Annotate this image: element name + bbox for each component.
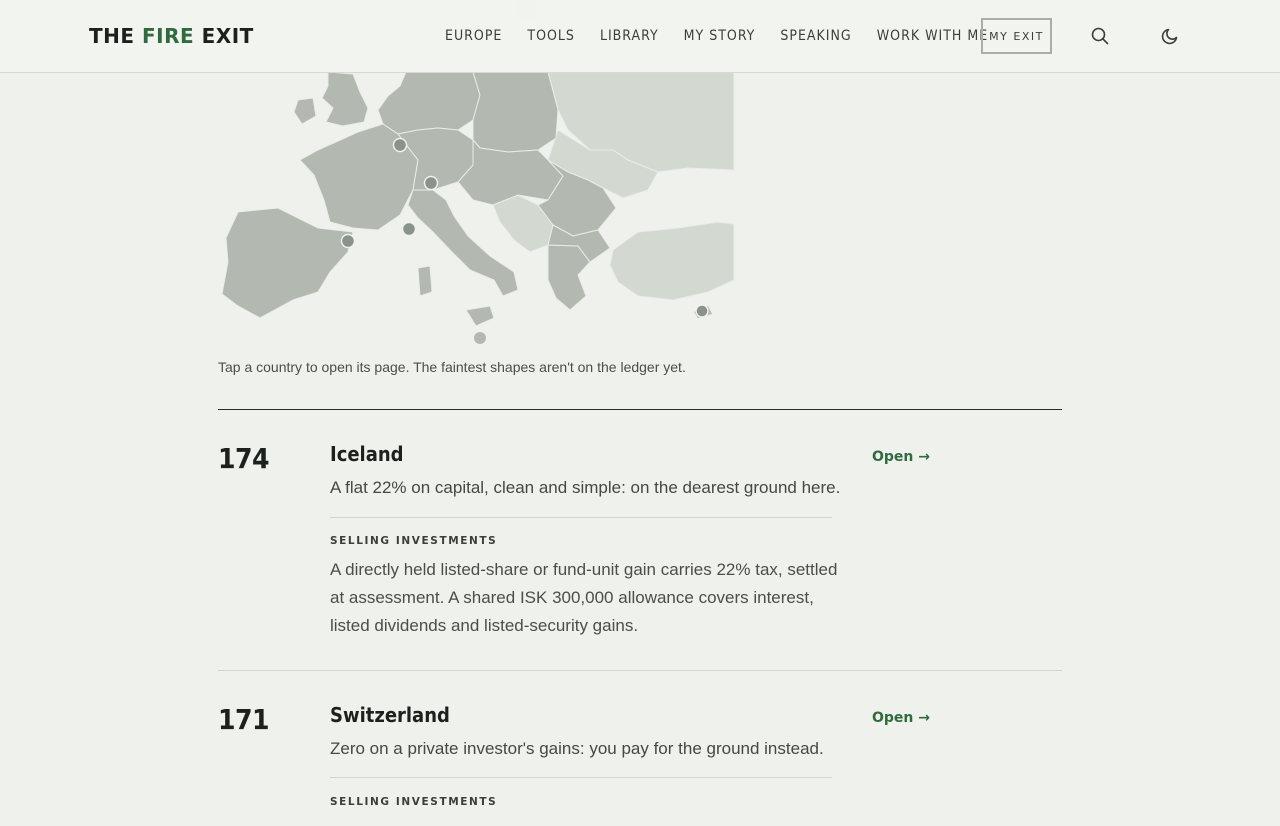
logo-text-post: EXIT — [194, 24, 254, 48]
divider-top — [218, 409, 1062, 410]
nav-item-library[interactable]: LIBRARY — [600, 28, 659, 44]
nav-item-my-story[interactable]: MY STORY — [684, 28, 756, 44]
main-nav: EUROPE TOOLS LIBRARY MY STORY SPEAKING W… — [445, 28, 988, 44]
entry-rank-number: 171 — [218, 703, 270, 736]
entry-divider — [330, 777, 832, 778]
section-label: SELLING INVESTMENTS — [330, 796, 498, 808]
nav-item-europe[interactable]: EUROPE — [445, 28, 502, 44]
moon-icon — [1161, 28, 1178, 45]
map-region-uk[interactable] — [321, 71, 369, 127]
entry-rank-number: 174 — [218, 442, 270, 475]
map-region-west-central[interactable] — [377, 71, 481, 135]
nav-item-tools[interactable]: TOOLS — [527, 28, 575, 44]
section-label: SELLING INVESTMENTS — [330, 535, 498, 547]
logo-text-accent: FIRE — [142, 24, 195, 48]
map-pin-monaco[interactable] — [401, 221, 417, 237]
map-region-poland-east[interactable] — [472, 71, 559, 153]
entry-country-name[interactable]: Switzerland — [330, 703, 450, 727]
map-pin-switzerland[interactable] — [423, 175, 439, 191]
map-region-ireland[interactable] — [293, 97, 317, 125]
map-region-sicily[interactable] — [465, 305, 495, 327]
search-button[interactable] — [1090, 26, 1110, 46]
section-body: A directly held listed-share or fund-uni… — [330, 560, 838, 635]
open-country-link[interactable]: Open → — [872, 449, 930, 465]
map-caption: Tap a country to open its page. The fain… — [218, 359, 686, 375]
entry-summary: Zero on a private investor's gains: you … — [330, 739, 824, 758]
open-country-link[interactable]: Open → — [872, 710, 930, 726]
map-pin-cyprus[interactable] — [695, 304, 709, 318]
logo-text-pre: THE — [89, 24, 143, 48]
map-pin-belgium[interactable] — [392, 137, 408, 153]
map-region-sardinia[interactable] — [417, 265, 433, 297]
map-region-turkey[interactable] — [609, 221, 735, 301]
entry-summary: A flat 22% on capital, clean and simple:… — [330, 478, 841, 497]
map-pin-andorra[interactable] — [340, 233, 356, 249]
entry-separator — [218, 670, 1062, 671]
site-header: THE FIRE EXIT EUROPE TOOLS LIBRARY MY ST… — [0, 0, 1280, 73]
entry-country-name[interactable]: Iceland — [330, 442, 404, 466]
nav-item-work-with-me[interactable]: WORK WITH ME — [877, 28, 989, 44]
theme-toggle-button[interactable] — [1160, 26, 1180, 46]
nav-item-speaking[interactable]: SPEAKING — [780, 28, 851, 44]
map-region-malta[interactable] — [474, 332, 486, 344]
entry-divider — [330, 517, 832, 518]
map-region-greece[interactable] — [547, 244, 591, 311]
search-icon — [1091, 27, 1109, 45]
map-region-iberia[interactable] — [221, 207, 354, 319]
my-exit-button[interactable]: MY EXIT — [981, 18, 1052, 54]
site-logo[interactable]: THE FIRE EXIT — [89, 24, 254, 48]
